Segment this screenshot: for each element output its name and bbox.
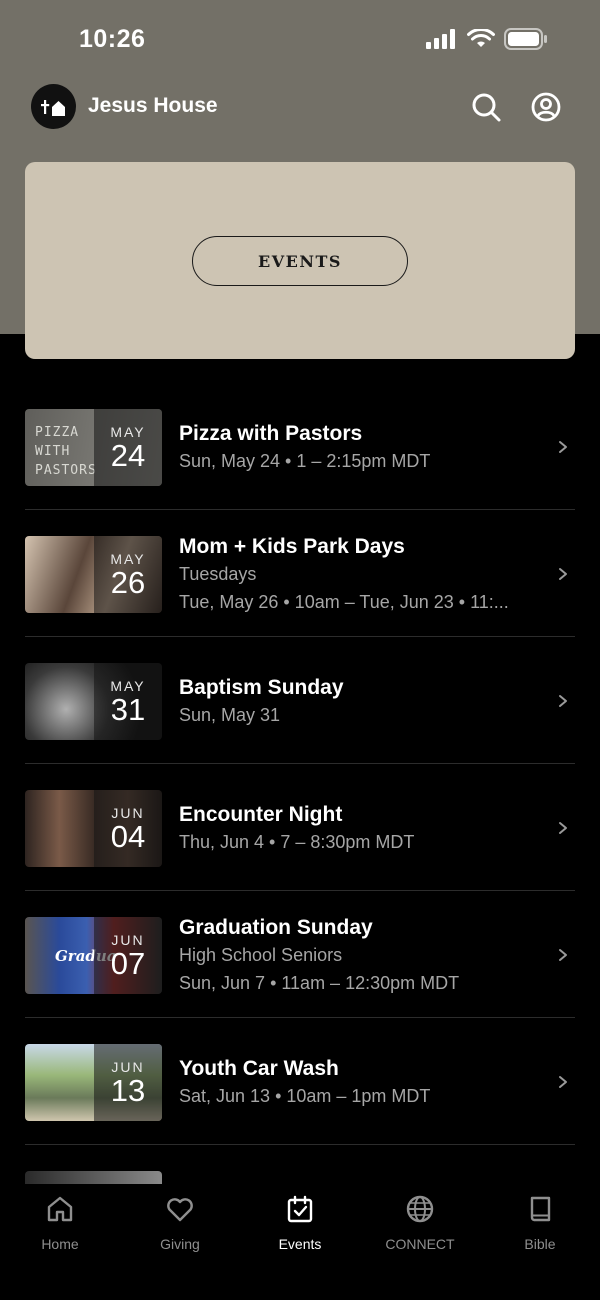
tab-label: CONNECT: [385, 1236, 455, 1252]
event-day: 24: [110, 437, 146, 473]
event-date-badge: MAY 31: [94, 663, 162, 740]
event-date-badge: JUN 13: [94, 1044, 162, 1121]
event-detail: High School Seniors: [179, 945, 343, 965]
tab-events[interactable]: Events: [245, 1194, 355, 1254]
status-time: 10:26: [79, 25, 146, 53]
cellular-signal-icon: [426, 29, 455, 49]
chevron-right-icon: [559, 949, 567, 961]
user-circle-icon: [531, 92, 561, 122]
chevron-right-icon: [559, 695, 567, 707]
status-bar: 10:26: [0, 0, 600, 80]
event-detail: Sun, Jun 7 • 11am – 12:30pm MDT: [179, 973, 460, 993]
events-pill-button[interactable]: EVENTS: [192, 236, 408, 286]
events-hero-card: EVENTS: [25, 162, 575, 359]
event-date-badge: MAY 24: [94, 409, 162, 486]
event-row[interactable]: JUN 13 Youth Car Wash Sat, Jun 13 • 10am…: [0, 1018, 600, 1145]
event-title: Graduation Sunday: [179, 916, 373, 939]
event-row[interactable]: MAY 31 Baptism Sunday Sun, May 31: [0, 637, 600, 764]
app-header: Jesus House: [0, 80, 600, 136]
event-detail: Thu, Jun 4 • 7 – 8:30pm MDT: [179, 832, 415, 852]
event-day: 26: [110, 564, 146, 600]
event-thumbnail: MAY 26: [25, 536, 162, 613]
church-logo[interactable]: [31, 84, 76, 129]
tab-label: Home: [41, 1236, 79, 1252]
event-thumbnail: PIZZA WITH PASTORS MAY 24: [25, 409, 162, 486]
tab-connect[interactable]: CONNECT: [365, 1194, 475, 1254]
event-day: 07: [110, 945, 146, 981]
search-icon: [472, 93, 501, 122]
event-detail: Tuesdays: [179, 564, 257, 584]
home-icon: [47, 1196, 73, 1222]
calendar-check-icon: [287, 1195, 313, 1223]
tab-bible[interactable]: Bible: [485, 1194, 595, 1254]
search-button[interactable]: [468, 89, 504, 125]
event-date-badge: JUN 04: [94, 790, 162, 867]
event-detail: Sat, Jun 13 • 10am – 1pm MDT: [179, 1086, 431, 1106]
chevron-right-icon: [559, 441, 567, 453]
event-title: Pizza with Pastors: [179, 422, 363, 445]
tab-giving[interactable]: Giving: [125, 1194, 235, 1254]
event-date-badge: JUN 07: [94, 917, 162, 994]
tab-label: Events: [278, 1236, 322, 1252]
event-thumbnail: JUN 13: [25, 1044, 162, 1121]
event-title: Mom + Kids Park Days: [179, 535, 405, 558]
event-day: 04: [110, 818, 146, 854]
tab-label: Bible: [524, 1236, 556, 1252]
event-title: Encounter Night: [179, 803, 343, 826]
event-detail: Sun, May 31: [179, 705, 281, 725]
tab-home[interactable]: Home: [5, 1194, 115, 1254]
event-row[interactable]: JUN 04 Encounter Night Thu, Jun 4 • 7 – …: [0, 764, 600, 891]
chevron-right-icon: [559, 1076, 567, 1088]
status-icons: [426, 28, 548, 50]
tab-label: Giving: [160, 1236, 200, 1252]
event-day: 31: [110, 691, 146, 727]
event-row[interactable]: Gradua JUN 07 Graduation Sunday High Sch…: [0, 891, 600, 1018]
battery-icon: [504, 28, 547, 50]
profile-button[interactable]: [528, 89, 564, 125]
wifi-icon: [467, 29, 495, 47]
event-list: PIZZA WITH PASTORS MAY 24 Pizza with Pas…: [0, 383, 600, 1272]
globe-icon: [406, 1195, 434, 1223]
event-date-badge: MAY 26: [94, 536, 162, 613]
event-thumbnail: Gradua JUN 07: [25, 917, 162, 994]
event-day: 13: [110, 1072, 146, 1108]
church-name[interactable]: Jesus House: [88, 94, 218, 118]
chevron-right-icon: [559, 822, 567, 834]
event-detail: Sun, May 24 • 1 – 2:15pm MDT: [179, 451, 431, 471]
tab-bar: Home Giving Events CONNECT Bible: [0, 1184, 600, 1300]
chevron-right-icon: [559, 568, 567, 580]
event-row[interactable]: MAY 26 Mom + Kids Park Days Tuesdays Tue…: [0, 510, 600, 637]
book-icon: [530, 1196, 551, 1222]
event-title: Youth Car Wash: [179, 1057, 339, 1080]
heart-icon: [167, 1198, 193, 1222]
event-row[interactable]: PIZZA WITH PASTORS MAY 24 Pizza with Pas…: [0, 383, 600, 510]
event-title: Baptism Sunday: [179, 676, 344, 699]
cross-house-icon: [40, 99, 65, 116]
event-thumbnail: MAY 31: [25, 663, 162, 740]
event-thumbnail: JUN 04: [25, 790, 162, 867]
event-detail: Tue, May 26 • 10am – Tue, Jun 23 • 11:..…: [179, 592, 509, 612]
